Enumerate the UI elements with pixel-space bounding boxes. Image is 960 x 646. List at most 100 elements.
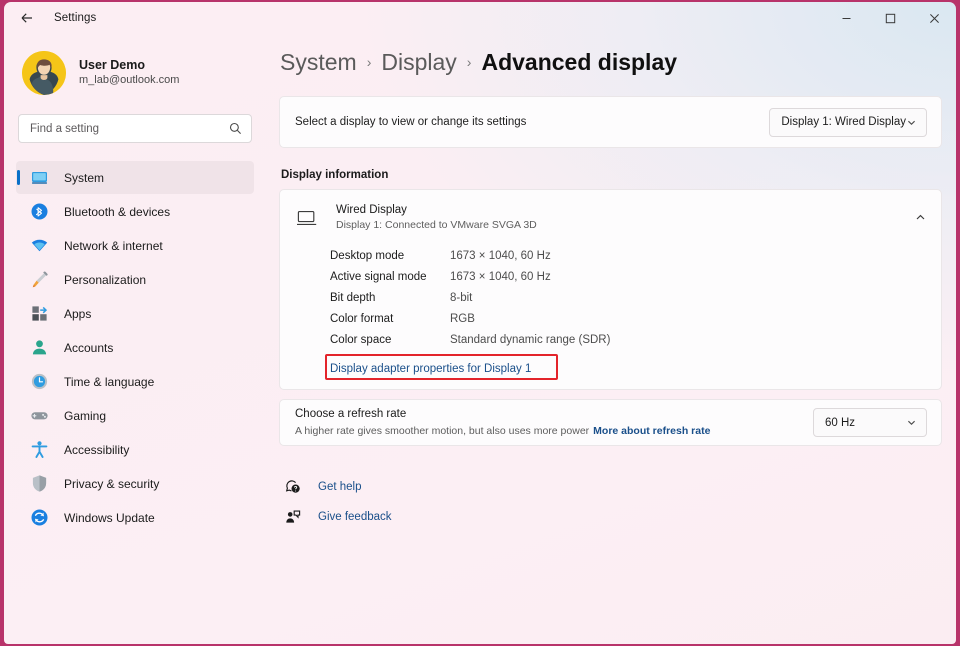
paintbrush-icon	[28, 269, 50, 291]
chevron-down-icon	[906, 117, 917, 128]
spec-key: Desktop mode	[330, 250, 450, 262]
select-display-card: Select a display to view or change its s…	[279, 96, 942, 148]
footer-links: Get help Give feedback	[280, 474, 942, 530]
monitor-outline-icon	[296, 209, 322, 227]
sidebar-item-label: Privacy & security	[64, 477, 159, 491]
sidebar: User Demo m_lab@outlook.com	[4, 34, 266, 644]
table-row: Color space Standard dynamic range (SDR)	[330, 329, 941, 350]
spec-key: Active signal mode	[330, 271, 450, 283]
breadcrumb-display[interactable]: Display	[381, 49, 456, 76]
sidebar-item-network-internet[interactable]: Network & internet	[16, 229, 254, 262]
back-button[interactable]	[12, 3, 42, 33]
get-help-row[interactable]: Get help	[280, 474, 942, 500]
give-feedback-label: Give feedback	[318, 511, 392, 523]
select-display-label: Select a display to view or change its s…	[295, 116, 526, 128]
monitor-icon	[28, 167, 50, 189]
feedback-icon	[280, 509, 306, 525]
spec-value: 1673 × 1040, 60 Hz	[450, 271, 551, 283]
table-row: Bit depth 8-bit	[330, 287, 941, 308]
sidebar-item-windows-update[interactable]: Windows Update	[16, 501, 254, 534]
shield-icon	[28, 473, 50, 495]
window-controls	[824, 2, 956, 34]
spec-key: Color space	[330, 334, 450, 346]
clock-icon	[28, 371, 50, 393]
sidebar-item-label: Personalization	[64, 273, 146, 287]
more-about-refresh-rate-link[interactable]: More about refresh rate	[593, 425, 710, 437]
sidebar-nav: System Bluetooth & devices	[14, 161, 256, 534]
search-box[interactable]	[18, 114, 252, 143]
avatar	[22, 51, 66, 95]
account-email: m_lab@outlook.com	[79, 74, 179, 88]
adapter-link-row: Display adapter properties for Display 1	[280, 359, 941, 389]
sidebar-item-label: Apps	[64, 307, 91, 321]
sidebar-item-label: System	[64, 171, 104, 185]
get-help-label: Get help	[318, 481, 361, 493]
page-title: Advanced display	[481, 49, 677, 76]
sidebar-item-label: Network & internet	[64, 239, 163, 253]
refresh-rate-texts: Choose a refresh rate A higher rate give…	[295, 407, 710, 439]
person-icon	[28, 337, 50, 359]
display-device-connection: Display 1: Connected to VMware SVGA 3D	[336, 219, 537, 233]
breadcrumb-separator: ›	[467, 54, 472, 70]
refresh-rate-title: Choose a refresh rate	[295, 407, 710, 423]
window-title: Settings	[54, 12, 96, 24]
display-info-header[interactable]: Wired Display Display 1: Connected to VM…	[280, 190, 941, 245]
sidebar-item-privacy-security[interactable]: Privacy & security	[16, 467, 254, 500]
breadcrumb: System › Display › Advanced display	[280, 49, 942, 76]
sidebar-item-label: Accounts	[64, 341, 113, 355]
maximize-button[interactable]	[868, 2, 912, 34]
sidebar-item-label: Time & language	[64, 375, 154, 389]
spec-key: Color format	[330, 313, 450, 325]
sidebar-item-accessibility[interactable]: Accessibility	[16, 433, 254, 466]
sidebar-item-accounts[interactable]: Accounts	[16, 331, 254, 364]
sidebar-item-apps[interactable]: Apps	[16, 297, 254, 330]
minimize-button[interactable]	[824, 2, 868, 34]
sidebar-item-gaming[interactable]: Gaming	[16, 399, 254, 432]
help-icon	[280, 479, 306, 495]
apps-icon	[28, 303, 50, 325]
bluetooth-icon	[28, 201, 50, 223]
display-adapter-properties-link[interactable]: Display adapter properties for Display 1	[330, 363, 531, 375]
table-row: Desktop mode 1673 × 1040, 60 Hz	[330, 245, 941, 266]
spec-value: 1673 × 1040, 60 Hz	[450, 250, 551, 262]
wifi-icon	[28, 235, 50, 257]
accessibility-icon	[28, 439, 50, 461]
sidebar-item-label: Bluetooth & devices	[64, 205, 170, 219]
sidebar-item-personalization[interactable]: Personalization	[16, 263, 254, 296]
give-feedback-row[interactable]: Give feedback	[280, 504, 942, 530]
refresh-rate-card: Choose a refresh rate A higher rate give…	[279, 399, 942, 446]
account-tile[interactable]: User Demo m_lab@outlook.com	[14, 44, 256, 102]
sidebar-item-system[interactable]: System	[16, 161, 254, 194]
close-button[interactable]	[912, 2, 956, 34]
spec-value: RGB	[450, 313, 475, 325]
breadcrumb-separator: ›	[367, 54, 372, 70]
account-text: User Demo m_lab@outlook.com	[79, 58, 179, 88]
display-information-heading: Display information	[281, 169, 942, 181]
sidebar-item-bluetooth-devices[interactable]: Bluetooth & devices	[16, 195, 254, 228]
display-select-dropdown[interactable]: Display 1: Wired Display	[769, 108, 927, 137]
settings-window: Settings	[4, 2, 956, 644]
refresh-rate-description-text: A higher rate gives smoother motion, but…	[295, 425, 589, 437]
main-content: System › Display › Advanced display Sele…	[266, 34, 956, 644]
display-information-card: Wired Display Display 1: Connected to VM…	[279, 189, 942, 390]
gamepad-icon	[28, 405, 50, 427]
display-info-titles: Wired Display Display 1: Connected to VM…	[336, 203, 537, 233]
sidebar-item-label: Gaming	[64, 409, 106, 423]
sidebar-item-label: Accessibility	[64, 443, 129, 457]
breadcrumb-system[interactable]: System	[280, 49, 357, 76]
refresh-rate-dropdown[interactable]: 60 Hz	[813, 408, 927, 437]
chevron-up-icon[interactable]	[914, 211, 927, 224]
refresh-rate-description: A higher rate gives smoother motion, but…	[295, 424, 710, 438]
chevron-down-icon	[906, 417, 917, 428]
refresh-rate-value: 60 Hz	[825, 417, 855, 429]
spec-value: 8-bit	[450, 292, 472, 304]
sidebar-item-time-language[interactable]: Time & language	[16, 365, 254, 398]
spec-key: Bit depth	[330, 292, 450, 304]
account-name: User Demo	[79, 58, 179, 74]
display-select-value: Display 1: Wired Display	[781, 116, 906, 128]
spec-value: Standard dynamic range (SDR)	[450, 334, 610, 346]
search-icon	[229, 122, 242, 140]
search-input[interactable]	[19, 115, 251, 142]
table-row: Active signal mode 1673 × 1040, 60 Hz	[330, 266, 941, 287]
title-bar: Settings	[4, 2, 956, 34]
